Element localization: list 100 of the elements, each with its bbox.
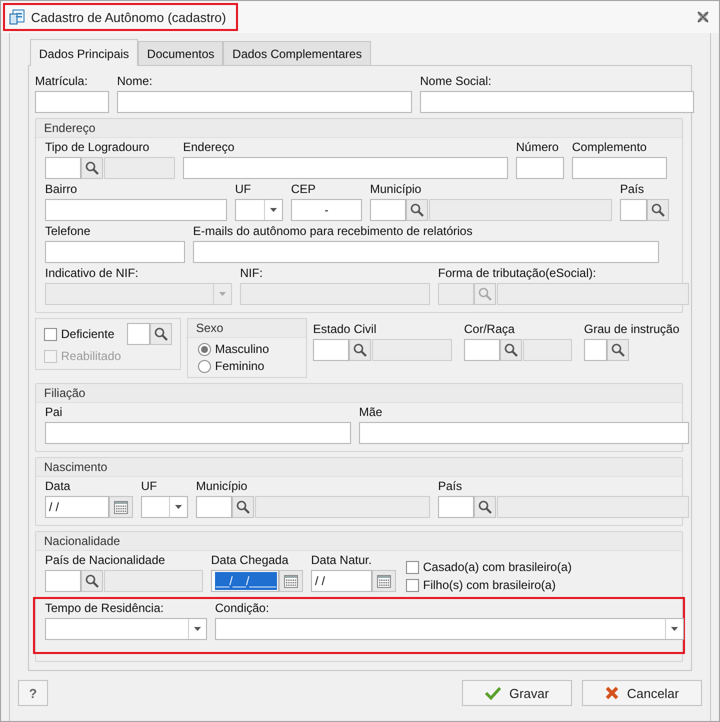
field-label: Forma de tributação(eSocial):: [438, 266, 596, 281]
search-button[interactable]: [150, 323, 172, 345]
calendar-icon: [114, 500, 128, 514]
input-field[interactable]: [45, 570, 81, 592]
dropdown-field[interactable]: [215, 618, 684, 640]
checkbox-label: Casado(a) com brasileiro(a): [423, 560, 572, 574]
field-label: Telefone: [45, 224, 90, 239]
field-label: Bairro: [45, 182, 78, 197]
dropdown-field[interactable]: [141, 496, 188, 518]
search-button[interactable]: [81, 157, 103, 179]
save-button[interactable]: Gravar: [462, 680, 572, 706]
input-field[interactable]: [516, 157, 564, 179]
radio-button[interactable]: [198, 342, 211, 356]
field-label: CEP: [291, 182, 316, 197]
field-label: Número: [516, 140, 559, 155]
tab[interactable]: Dados Complementares: [223, 41, 371, 66]
check-icon: [485, 686, 502, 700]
input-field[interactable]: [196, 496, 232, 518]
radio-label: Masculino: [215, 342, 270, 356]
app-icon: [9, 9, 25, 25]
section-title: Filiação: [36, 384, 682, 403]
date-field[interactable]: / /: [45, 496, 109, 518]
field-label: Pai: [45, 405, 62, 420]
caret-icon: [270, 208, 277, 212]
input-field[interactable]: [45, 422, 351, 444]
input-field[interactable]: [313, 339, 349, 361]
caret-icon: [219, 292, 226, 296]
input-field[interactable]: [438, 496, 474, 518]
field-label: Nome:: [117, 74, 152, 89]
search-icon: [85, 574, 99, 588]
checkbox[interactable]: [406, 578, 419, 592]
section-title: Endereço: [36, 119, 682, 138]
tab[interactable]: Documentos: [138, 41, 224, 66]
input-field[interactable]: [572, 157, 667, 179]
field-label: E-mails do autônomo para recebimento de relatórios: [193, 224, 472, 239]
description-field: [523, 339, 572, 361]
date-field[interactable]: / /: [311, 570, 372, 592]
input-field[interactable]: [127, 323, 150, 345]
checkbox-label: Filho(s) com brasileiro(a): [423, 578, 556, 592]
field-label: Data: [45, 479, 70, 494]
field-label: UF: [235, 182, 251, 197]
date-field[interactable]: __/__/____: [211, 570, 279, 592]
input-field[interactable]: [584, 339, 607, 361]
input-field[interactable]: [45, 241, 185, 263]
caret-icon: [671, 627, 678, 631]
search-icon: [154, 327, 168, 341]
input-field[interactable]: [117, 91, 412, 113]
search-button[interactable]: [232, 496, 254, 518]
help-button[interactable]: ?: [18, 680, 48, 706]
calendar-button[interactable]: [279, 570, 303, 592]
search-icon: [353, 343, 367, 357]
search-icon: [236, 500, 250, 514]
input-field[interactable]: [183, 157, 508, 179]
checkbox-label: Reabilitado: [61, 349, 122, 363]
caret-icon: [175, 505, 182, 509]
search-icon: [410, 203, 424, 217]
calendar-button[interactable]: [109, 496, 133, 518]
input-field[interactable]: [370, 199, 406, 221]
dropdown-field[interactable]: [45, 618, 207, 640]
calendar-icon: [377, 574, 391, 588]
search-button[interactable]: [474, 496, 496, 518]
input-field[interactable]: [35, 91, 109, 113]
input-field[interactable]: -: [291, 199, 362, 221]
cancel-button[interactable]: Cancelar: [582, 680, 702, 706]
search-button[interactable]: [500, 339, 522, 361]
field-label: UF: [141, 479, 157, 494]
field-label: Complemento: [572, 140, 647, 155]
calendar-button[interactable]: [372, 570, 396, 592]
input-field[interactable]: [193, 241, 659, 263]
tab[interactable]: Dados Principais: [30, 39, 138, 66]
search-icon: [504, 343, 518, 357]
caret-icon: [194, 627, 201, 631]
field-label: Nome Social:: [420, 74, 492, 89]
search-button[interactable]: [81, 570, 103, 592]
radio-button[interactable]: [198, 360, 211, 372]
input-field[interactable]: [420, 91, 694, 113]
input-field[interactable]: [45, 157, 81, 179]
field-label: Tipo de Logradouro: [45, 140, 150, 155]
input-field[interactable]: [359, 422, 689, 444]
input-field[interactable]: [620, 199, 647, 221]
field-label: Data Chegada: [211, 553, 288, 568]
search-button[interactable]: [607, 339, 629, 361]
field-label: Condição:: [215, 601, 270, 616]
search-icon: [85, 161, 99, 175]
checkbox[interactable]: [406, 560, 419, 574]
close-icon[interactable]: [697, 11, 709, 23]
section-title: Sexo: [188, 319, 306, 338]
input-field[interactable]: [45, 199, 227, 221]
field-label: Matrícula:: [35, 74, 88, 89]
search-button[interactable]: [647, 199, 669, 221]
search-button[interactable]: [349, 339, 371, 361]
search-button[interactable]: [406, 199, 428, 221]
field-label: NIF:: [240, 266, 263, 281]
checkbox-label: Deficiente: [61, 327, 114, 341]
field-label: Município: [196, 479, 248, 494]
search-icon: [478, 500, 492, 514]
checkbox[interactable]: [44, 328, 57, 340]
dropdown-field[interactable]: [235, 199, 283, 221]
search-icon: [651, 203, 665, 217]
input-field[interactable]: [464, 339, 500, 361]
